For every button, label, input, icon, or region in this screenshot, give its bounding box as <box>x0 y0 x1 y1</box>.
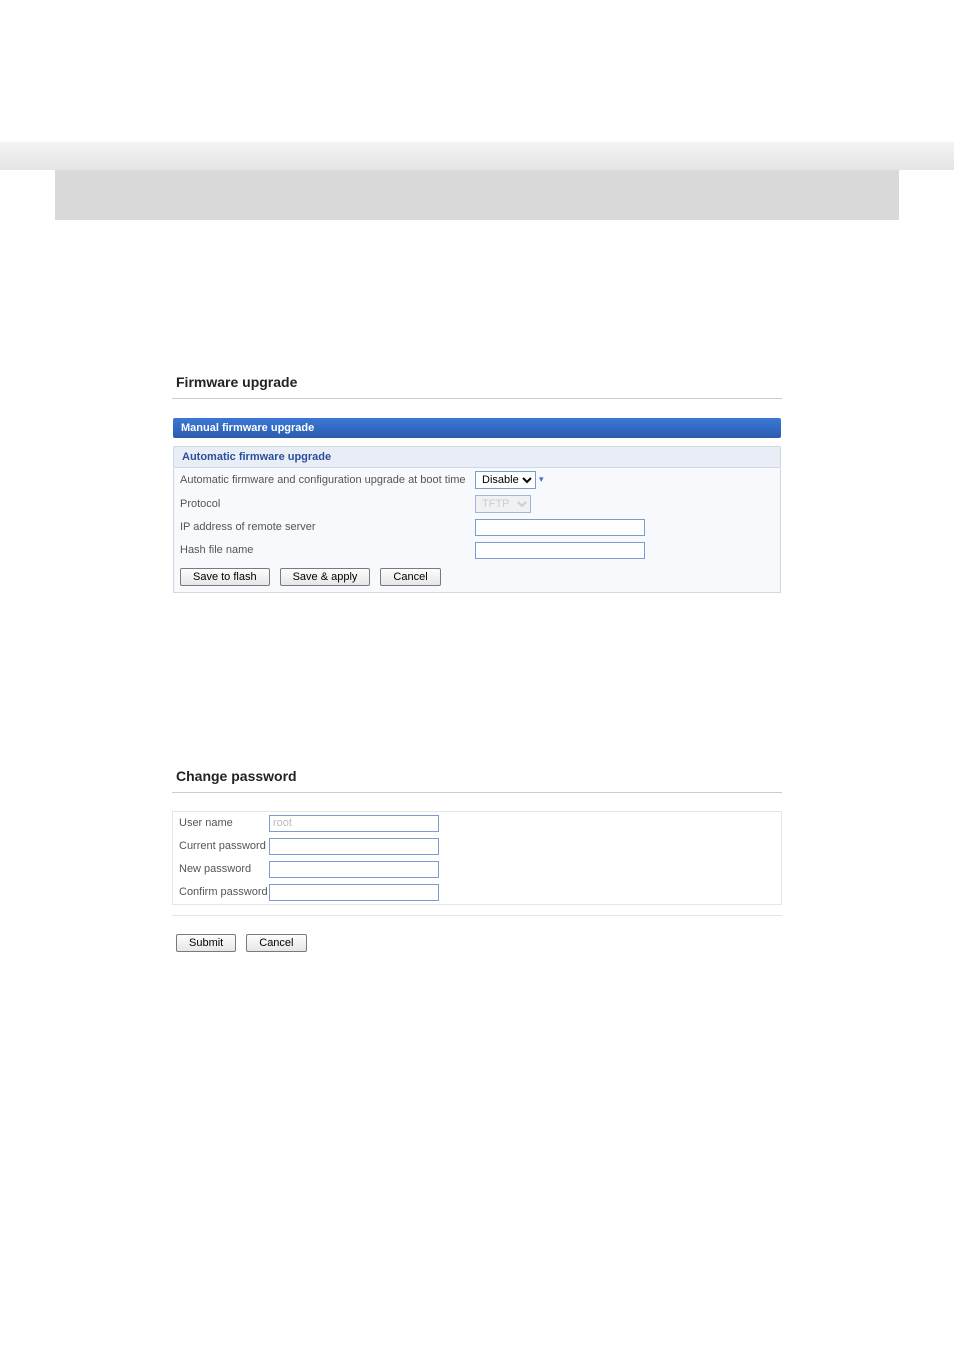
save-to-flash-button[interactable]: Save to flash <box>180 568 270 586</box>
automatic-upgrade-table: Automatic firmware and configuration upg… <box>173 468 781 593</box>
protocol-select[interactable]: TFTP <box>475 495 531 513</box>
cp-current-label: Current password <box>179 840 269 852</box>
cancel-button-firmware[interactable]: Cancel <box>380 568 440 586</box>
section-heading-change-password: 4.8.6 Change password <box>55 682 899 702</box>
paragraph-cp: This function is used to change the pass… <box>55 714 899 751</box>
top-toolbar-strip <box>0 142 954 170</box>
cp-username-input <box>269 815 439 832</box>
section-title-cp: Change password <box>126 682 272 701</box>
section-number-firmware: 4.8.5 <box>79 185 106 199</box>
cp-username-label: User name <box>179 817 269 829</box>
paragraph-firmware-1: Firmware can be easily upgraded via a we… <box>55 252 899 289</box>
cp-confirm-label: Confirm password <box>179 886 269 898</box>
divider <box>172 915 782 916</box>
save-and-apply-button[interactable]: Save & apply <box>280 568 371 586</box>
submit-button[interactable]: Submit <box>176 934 236 952</box>
cp-current-input[interactable] <box>269 838 439 855</box>
automatic-upgrade-header[interactable]: Automatic firmware upgrade <box>173 446 781 468</box>
section-title-firmware: Firmware upgrade <box>133 185 237 199</box>
figure-caption-cp: Figure 4-55 Change password <box>55 980 899 999</box>
paragraph-firmware-2: Please refer to the Appendix A for more … <box>55 309 899 328</box>
cp-panel-title: Change password <box>172 762 782 793</box>
hash-file-input[interactable] <box>475 542 645 559</box>
cp-new-label: New password <box>179 863 269 875</box>
manual-upgrade-header[interactable]: Manual firmware upgrade <box>173 418 781 438</box>
ip-address-label: IP address of remote server <box>180 521 475 533</box>
figure-caption-firmware: Figure 4-54 Firmware upgrade <box>55 624 899 643</box>
auto-boot-select[interactable]: Disable <box>475 471 536 489</box>
cp-confirm-input[interactable] <box>269 884 439 901</box>
change-password-panel: Change password User name Current passwo… <box>172 762 782 952</box>
auto-boot-label: Automatic firmware and configuration upg… <box>180 474 475 486</box>
cp-new-input[interactable] <box>269 861 439 878</box>
cancel-button-cp[interactable]: Cancel <box>246 934 306 952</box>
protocol-label: Protocol <box>180 498 475 510</box>
section-header-block-firmware: 4.8.5 Firmware upgrade <box>55 170 899 220</box>
chevron-down-icon: ▾ <box>539 474 544 485</box>
hash-file-label: Hash file name <box>180 544 475 556</box>
ip-address-input[interactable] <box>475 519 645 536</box>
firmware-upgrade-panel: Firmware upgrade Manual firmware upgrade… <box>172 368 782 594</box>
firmware-panel-title: Firmware upgrade <box>172 368 782 399</box>
section-number-cp: 4.8.6 <box>59 682 97 701</box>
